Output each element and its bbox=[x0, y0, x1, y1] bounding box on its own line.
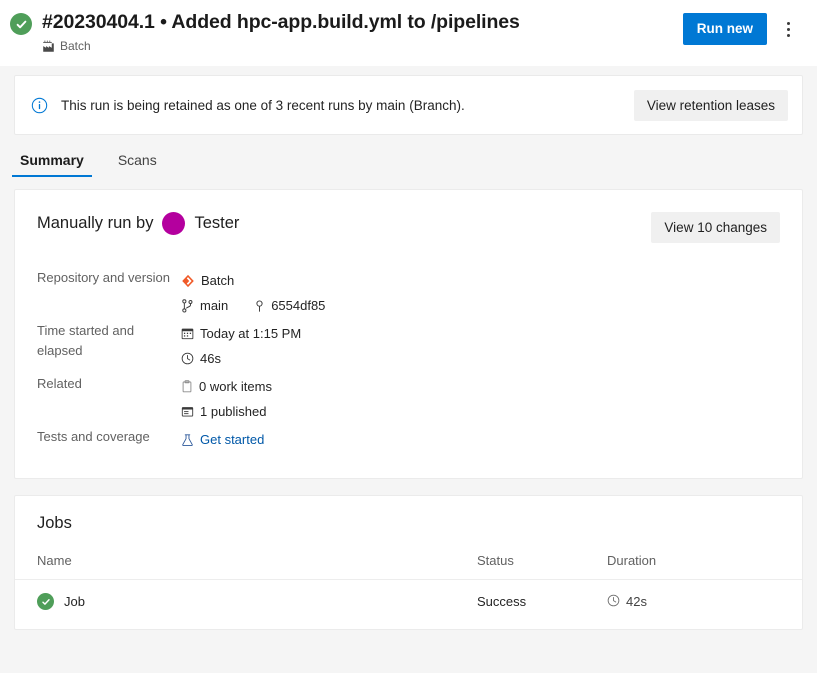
detail-values-time: Today at 1:15 PM 46s bbox=[181, 318, 780, 371]
job-duration-label: 42s bbox=[626, 594, 647, 609]
job-name-cell[interactable]: Job bbox=[15, 580, 477, 610]
branch-icon bbox=[181, 298, 194, 313]
commit-hash: 6554df85 bbox=[271, 298, 326, 313]
info-circle-icon bbox=[31, 97, 48, 114]
elapsed-time-value: 46s bbox=[181, 346, 780, 371]
elapsed-time-text: 46s bbox=[200, 351, 221, 366]
page-header: #20230404.1 • Added hpc-app.build.yml to… bbox=[0, 0, 817, 66]
branch-name: main bbox=[200, 298, 229, 313]
avatar bbox=[162, 212, 186, 235]
tab-bar: Summary Scans bbox=[0, 135, 817, 177]
table-row[interactable]: Job Success 42s bbox=[15, 580, 802, 611]
summary-card: Manually run by Tester View 10 changes R… bbox=[14, 189, 803, 479]
jobs-card: Jobs Name Status Duration Job Success 42… bbox=[14, 495, 803, 630]
column-header-duration: Duration bbox=[607, 553, 802, 580]
jobs-table-header-row: Name Status Duration bbox=[15, 553, 802, 580]
work-item-icon bbox=[181, 380, 193, 393]
kebab-dot bbox=[786, 27, 790, 31]
summary-card-header: Manually run by Tester View 10 changes bbox=[37, 212, 780, 243]
work-items-value: 0 work items bbox=[181, 374, 780, 399]
job-duration-cell: 42s bbox=[607, 580, 802, 611]
work-items-text: 0 work items bbox=[199, 379, 272, 394]
kebab-menu-icon[interactable] bbox=[773, 13, 803, 45]
kebab-dot bbox=[786, 33, 790, 37]
commit-icon bbox=[254, 299, 265, 313]
tests-get-started-row[interactable]: Get started bbox=[181, 427, 780, 452]
repository-version-group: main 6554df85 bbox=[181, 293, 780, 318]
beaker-icon bbox=[181, 433, 194, 447]
clock-icon bbox=[181, 352, 194, 365]
job-status-success-icon bbox=[37, 593, 54, 610]
artifacts-published-text: 1 published bbox=[200, 404, 267, 419]
run-status-success-icon bbox=[10, 13, 32, 35]
column-header-name: Name bbox=[15, 553, 477, 580]
column-header-status: Status bbox=[477, 553, 607, 580]
detail-label-time: Time started and elapsed bbox=[37, 323, 135, 358]
job-name-label: Job bbox=[64, 594, 85, 609]
kebab-dot bbox=[786, 21, 790, 25]
detail-values-repository: Batch main 6554df85 bbox=[181, 265, 780, 318]
time-started-value: Today at 1:15 PM bbox=[181, 321, 780, 346]
run-details-grid: Repository and version Batch main 6554df… bbox=[37, 265, 780, 452]
repository-value: Batch bbox=[181, 268, 780, 293]
factory-build-icon bbox=[42, 40, 55, 53]
retention-banner-message: This run is being retained as one of 3 r… bbox=[61, 97, 465, 113]
run-by-prefix-label: Manually run by bbox=[37, 214, 154, 232]
artifact-icon bbox=[181, 405, 194, 418]
azure-repos-diamond-icon bbox=[181, 274, 195, 288]
job-status-cell: Success bbox=[477, 594, 527, 609]
run-by-block: Manually run by Tester bbox=[37, 212, 239, 235]
detail-label-related: Related bbox=[37, 376, 82, 391]
clock-icon bbox=[607, 594, 620, 610]
header-actions: Run new bbox=[682, 13, 803, 45]
tab-summary[interactable]: Summary bbox=[12, 151, 92, 177]
jobs-table: Name Status Duration Job Success 42s bbox=[15, 553, 802, 610]
tab-scans[interactable]: Scans bbox=[112, 151, 163, 177]
branch-value: main bbox=[181, 293, 228, 318]
header-title-block: #20230404.1 • Added hpc-app.build.yml to… bbox=[42, 10, 683, 53]
detail-label-repository: Repository and version bbox=[37, 270, 170, 285]
pipeline-subtitle: Batch bbox=[42, 39, 683, 53]
calendar-icon bbox=[181, 327, 194, 340]
retention-banner-wrapper: This run is being retained as one of 3 r… bbox=[0, 66, 817, 135]
retention-banner: This run is being retained as one of 3 r… bbox=[14, 75, 803, 135]
detail-values-related: 0 work items 1 published bbox=[181, 371, 780, 424]
repository-name: Batch bbox=[201, 273, 235, 288]
jobs-section-title: Jobs bbox=[37, 514, 72, 532]
pipeline-subtitle-label: Batch bbox=[60, 39, 91, 53]
run-by-user-name: Tester bbox=[194, 214, 240, 232]
artifacts-published-value: 1 published bbox=[181, 399, 780, 424]
view-retention-leases-button[interactable]: View retention leases bbox=[633, 89, 788, 121]
commit-value: 6554df85 bbox=[254, 293, 325, 318]
tests-get-started-link[interactable]: Get started bbox=[200, 427, 264, 452]
view-changes-button[interactable]: View 10 changes bbox=[651, 212, 780, 243]
run-new-button[interactable]: Run new bbox=[682, 13, 767, 45]
page-title: #20230404.1 • Added hpc-app.build.yml to… bbox=[42, 11, 520, 33]
time-started-text: Today at 1:15 PM bbox=[200, 326, 302, 341]
detail-values-tests: Get started bbox=[181, 424, 780, 452]
detail-label-tests: Tests and coverage bbox=[37, 429, 150, 444]
